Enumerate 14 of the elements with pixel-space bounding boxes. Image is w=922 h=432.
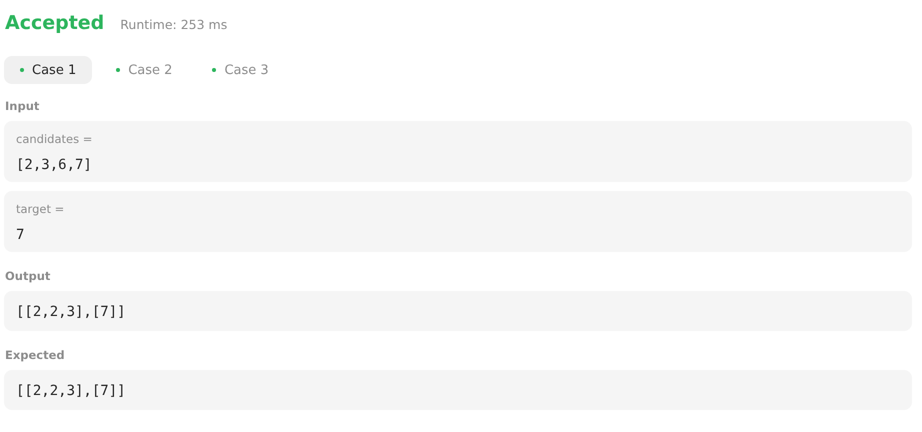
param-value: [2,3,6,7] [16, 157, 92, 173]
case-tab[interactable]: Case 1 [4, 56, 92, 84]
section-label: Expected [5, 348, 66, 362]
param-name: target = [16, 202, 66, 216]
runtime-text: Runtime: 253 ms [120, 17, 228, 32]
section-label: Input [5, 99, 40, 113]
output-value: [[2,2,3],[7]] [16, 304, 126, 320]
case-tab[interactable]: Case 3 [196, 56, 285, 84]
param-value: 7 [16, 227, 24, 243]
section-label: Output [5, 269, 52, 283]
case-tab[interactable]: Case 2 [100, 56, 188, 84]
result-status: Accepted [5, 12, 104, 34]
param-name: candidates = [16, 132, 94, 146]
expected-value: [[2,2,3],[7]] [16, 383, 126, 399]
